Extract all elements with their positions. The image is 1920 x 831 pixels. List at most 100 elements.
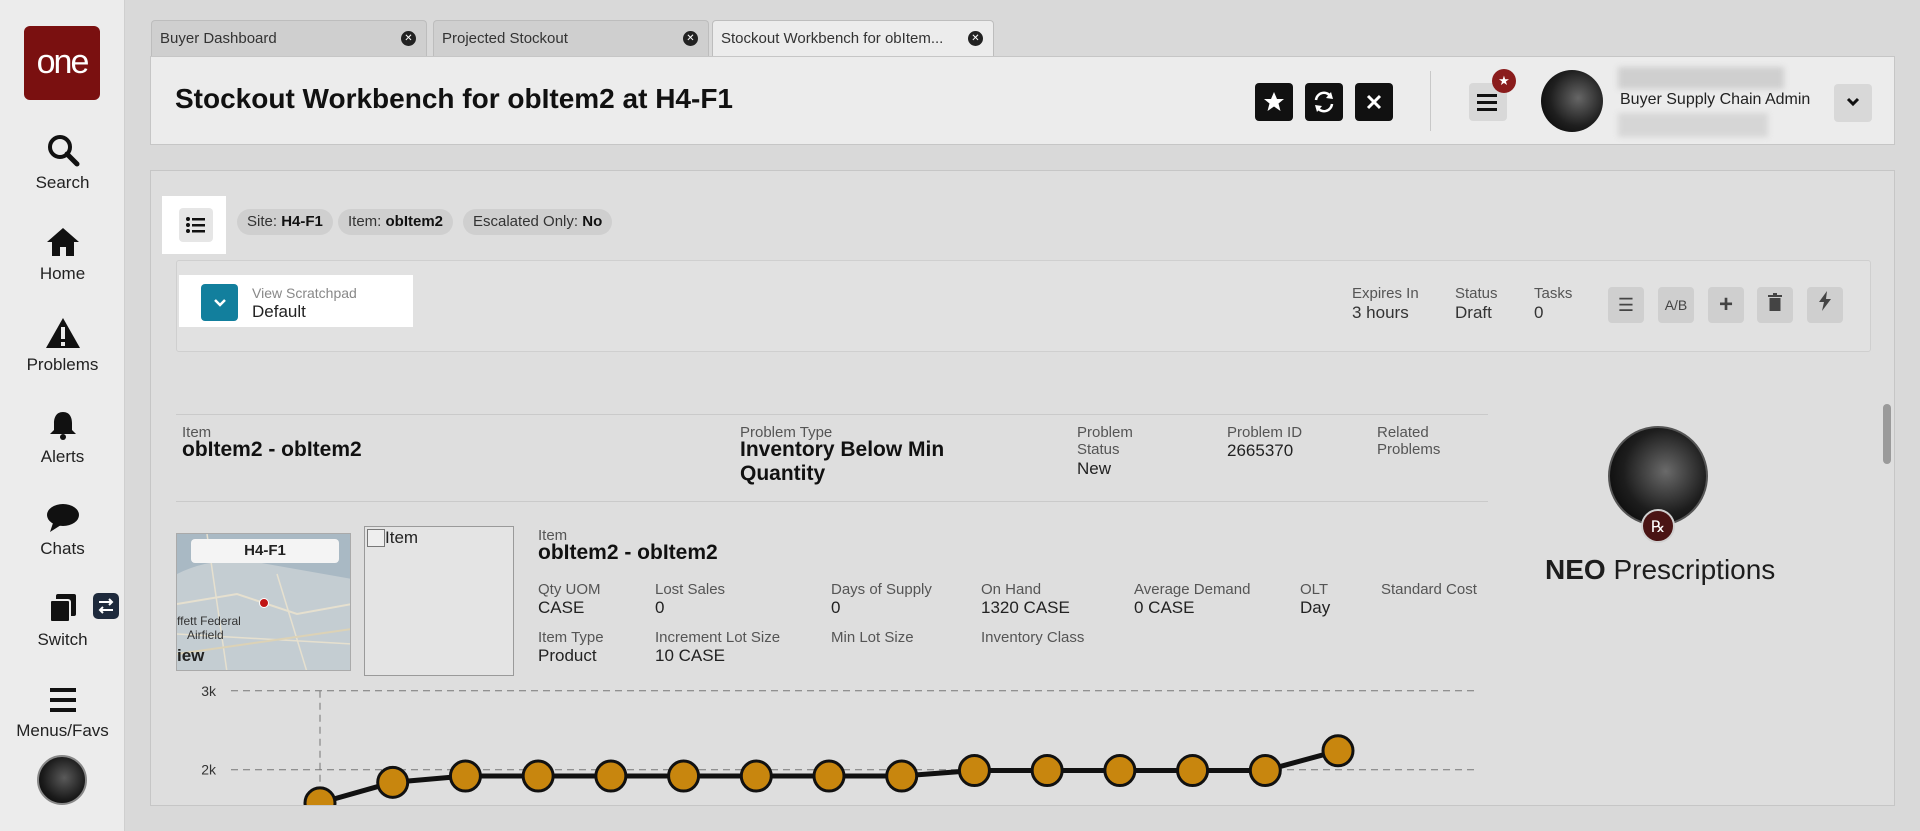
item-image: Item [364,526,514,676]
related-problems-label-line1: Related [1377,424,1429,441]
item-type-value: Product [538,646,597,665]
nav-chats[interactable]: Chats [0,501,125,559]
chip-value: obItem2 [385,213,444,230]
tab-stockout-workbench[interactable]: Stockout Workbench for obItem... ✕ [712,20,994,56]
increment-lot-size-value: 10 CASE [655,646,725,665]
data-point[interactable] [448,759,482,793]
nav-problems[interactable]: Problems [0,317,125,375]
data-point[interactable] [739,759,773,793]
item-type-label: Item Type [538,629,604,646]
data-point[interactable] [1321,734,1355,768]
data-point[interactable] [303,786,337,806]
nav-alerts[interactable]: Alerts [0,409,125,467]
user-role: Buyer Supply Chain Admin [1620,91,1811,108]
warning-icon [45,318,80,348]
user-menu-dropdown[interactable] [1834,84,1872,122]
standard-cost-label: Standard Cost [1381,581,1477,598]
chip-value: No [582,213,603,230]
on-hand-label: On Hand [981,581,1042,598]
page-header: Stockout Workbench for obItem2 at H4-F1 … [150,56,1895,145]
neo-brand: NEO [1545,554,1606,585]
user-org-redacted [1618,113,1768,137]
data-point[interactable] [1030,754,1064,788]
average-demand-value: 0 CASE [1134,598,1195,617]
data-point[interactable] [1248,754,1282,788]
filter-chip-item[interactable]: Item: obItem2 [338,209,454,235]
detail-item-value: obItem2 - obItem2 [538,541,718,564]
problem-type-value-line1: Inventory Below Min [740,438,945,461]
one-logo[interactable]: one [24,26,100,100]
problem-id-label: Problem ID [1227,424,1303,441]
compare-ab-button[interactable]: A/B [1658,287,1694,323]
switch-swap-icon[interactable] [93,593,119,619]
nav-switch-label: Switch [37,630,88,649]
on-hand-value: 1320 CASE [981,598,1070,617]
favorite-button[interactable] [1255,83,1293,121]
nav-menus-favs-label: Menus/Favs [16,721,109,740]
related-problems-label-line2[interactable]: Problems [1377,441,1440,458]
data-point[interactable] [376,765,410,799]
user-name-redacted [1618,67,1784,89]
y-tick-2k: 2k [201,762,217,778]
trash-icon [1768,293,1782,311]
scratchpad-toggle-button[interactable] [201,284,238,321]
map-view-link[interactable]: iew [177,646,204,666]
data-point[interactable] [1103,754,1137,788]
menu-icon [49,688,76,712]
tab-projected-stockout[interactable]: Projected Stockout ✕ [433,20,709,56]
close-icon[interactable]: ✕ [968,31,983,46]
map-place-label-line2: Airfield [187,628,224,642]
broken-image-icon [367,529,385,547]
close-icon[interactable]: ✕ [683,31,698,46]
data-point[interactable] [594,759,628,793]
data-point[interactable] [957,754,991,788]
data-point[interactable] [667,759,701,793]
qty-uom-label: Qty UOM [538,581,601,598]
filter-list-button[interactable] [162,196,226,254]
days-of-supply-value: 0 [831,598,841,617]
delete-button[interactable] [1757,287,1793,323]
olt-value: Day [1300,598,1331,617]
divider [176,501,1488,502]
ordered-list-button[interactable]: ☰ [1608,287,1644,323]
site-location-marker[interactable] [259,598,269,608]
data-point[interactable] [812,759,846,793]
close-icon[interactable]: ✕ [401,31,416,46]
data-point[interactable] [521,759,555,793]
nav-search[interactable]: Search [0,133,125,193]
problem-id-value: 2665370 [1227,441,1294,460]
tab-buyer-dashboard[interactable]: Buyer Dashboard ✕ [151,20,427,56]
filter-chip-site[interactable]: Site: H4-F1 [237,209,333,235]
data-point[interactable] [885,759,919,793]
data-point[interactable] [1176,754,1210,788]
close-page-button[interactable] [1355,83,1393,121]
star-badge-icon: ★ [1492,69,1516,93]
filter-chip-escalated[interactable]: Escalated Only: No [463,209,613,235]
add-button[interactable]: + [1708,287,1744,323]
nav-menus-favs[interactable]: Menus/Favs [0,685,125,741]
problem-status-label-line2: Status [1077,441,1120,458]
divider [176,414,1488,415]
user-avatar[interactable] [1541,70,1603,132]
olt-label: OLT [1300,581,1329,598]
status-value: Draft [1455,303,1492,322]
site-map[interactable]: H4-F1 ffett Federal Airfield iew [176,533,351,671]
quick-action-button[interactable] [1807,287,1843,323]
plus-icon: + [1718,291,1733,318]
nav-home[interactable]: Home [0,226,125,284]
lost-sales-label: Lost Sales [655,581,726,598]
chip-value: H4-F1 [281,213,323,230]
scrollbar-thumb[interactable] [1883,404,1891,464]
refresh-button[interactable] [1305,83,1343,121]
nav-problems-label: Problems [26,355,99,374]
y-tick-3k: 3k [201,686,217,699]
scratchpad-label: View Scratchpad [252,285,357,301]
neo-prescriptions-title[interactable]: NEO Prescriptions [1545,554,1775,586]
tab-label: Stockout Workbench for obItem... [721,30,944,47]
nav-chats-label: Chats [40,539,85,558]
sidebar-avatar[interactable] [37,755,87,805]
problem-status-label-line1: Problem [1077,424,1133,441]
home-icon [46,228,79,256]
problem-status-value: New [1077,459,1112,478]
scratchpad-value: Default [252,302,306,321]
